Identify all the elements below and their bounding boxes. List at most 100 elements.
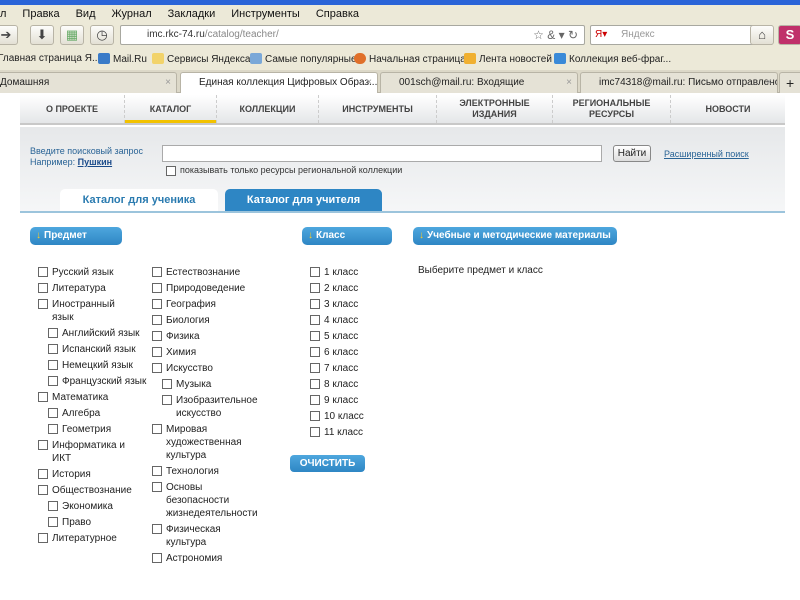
- subject-option[interactable]: Право: [38, 514, 150, 530]
- regional-only-option[interactable]: показывать только ресурсы региональной к…: [166, 165, 402, 176]
- checkbox[interactable]: [152, 482, 162, 492]
- checkbox[interactable]: [48, 501, 58, 511]
- bookmark[interactable]: Самые популярные: [250, 53, 357, 65]
- close-icon[interactable]: ×: [366, 73, 372, 93]
- nav-news[interactable]: НОВОСТИ: [671, 95, 785, 123]
- class-option[interactable]: 11 класс: [310, 424, 380, 440]
- close-icon[interactable]: ×: [165, 73, 171, 93]
- checkbox[interactable]: [310, 347, 320, 357]
- subject-option[interactable]: Математика: [38, 389, 134, 405]
- subject-option[interactable]: Информатика и ИКТ: [38, 437, 134, 466]
- checkbox[interactable]: [48, 517, 58, 527]
- checkbox[interactable]: [38, 299, 48, 309]
- subject-option[interactable]: Биология: [152, 312, 248, 328]
- star-reload-icons[interactable]: ☆ & ▾ ↻: [533, 26, 578, 44]
- bookmark[interactable]: Mail.Ru: [98, 53, 147, 65]
- class-option[interactable]: 9 класс: [310, 392, 380, 408]
- search-input[interactable]: [162, 145, 602, 162]
- subject-option[interactable]: Французский язык: [38, 373, 150, 389]
- subject-option[interactable]: Изобразительное искусство: [152, 392, 264, 421]
- menu-bookmarks[interactable]: Закладки: [159, 5, 223, 23]
- nav-regional-resources[interactable]: РЕГИОНАЛЬНЫЕ РЕСУРСЫ: [553, 95, 671, 123]
- checkbox[interactable]: [152, 315, 162, 325]
- checkbox[interactable]: [310, 379, 320, 389]
- class-header[interactable]: ↓ Класс: [302, 227, 392, 245]
- class-option[interactable]: 10 класс: [310, 408, 380, 424]
- subject-option[interactable]: Английский язык: [38, 325, 150, 341]
- subject-option[interactable]: Основы безопасности жизнедеятельности: [152, 479, 258, 521]
- subject-option[interactable]: Физика: [152, 328, 248, 344]
- subject-option[interactable]: Обществознание: [38, 482, 134, 498]
- subject-option[interactable]: История: [38, 466, 134, 482]
- tab-mail-inbox[interactable]: 001sch@mail.ru: Входящие ×: [380, 72, 578, 93]
- subject-option[interactable]: Русский язык: [38, 264, 134, 280]
- subject-option[interactable]: География: [152, 296, 248, 312]
- checkbox[interactable]: [310, 283, 320, 293]
- checkbox[interactable]: [48, 328, 58, 338]
- checkbox[interactable]: [152, 267, 162, 277]
- checkbox[interactable]: [310, 331, 320, 341]
- checkbox[interactable]: [48, 376, 58, 386]
- checkbox[interactable]: [310, 315, 320, 325]
- forward-button[interactable]: ➔: [0, 25, 18, 45]
- subject-option[interactable]: Литературное: [38, 530, 134, 546]
- nav-collections[interactable]: КОЛЛЕКЦИИ: [217, 95, 319, 123]
- clear-button[interactable]: ОЧИСТИТЬ: [290, 455, 365, 472]
- subject-option[interactable]: Химия: [152, 344, 248, 360]
- checkbox[interactable]: [310, 363, 320, 373]
- close-icon[interactable]: ×: [566, 73, 572, 93]
- tab-catalog[interactable]: Единая коллекция Цифровых Образ... ×: [180, 72, 378, 93]
- subject-option[interactable]: Иностранный язык: [38, 296, 134, 325]
- subject-option[interactable]: Экономика: [38, 498, 150, 514]
- materials-header[interactable]: ↓ Учебные и методические материалы: [413, 227, 617, 245]
- class-option[interactable]: 3 класс: [310, 296, 380, 312]
- subject-option[interactable]: Астрономия: [152, 550, 248, 566]
- nav-about[interactable]: О ПРОЕКТЕ: [20, 95, 125, 123]
- search-box[interactable]: Я▾Яндекс⚲: [590, 25, 773, 45]
- checkbox[interactable]: [152, 553, 162, 563]
- checkbox[interactable]: [152, 331, 162, 341]
- class-option[interactable]: 8 класс: [310, 376, 380, 392]
- subject-option[interactable]: Природоведение: [152, 280, 248, 296]
- checkbox[interactable]: [38, 283, 48, 293]
- subject-option[interactable]: Немецкий язык: [38, 357, 150, 373]
- menu-history[interactable]: Журнал: [103, 5, 159, 23]
- new-tab-button[interactable]: +: [779, 72, 800, 93]
- nav-e-publications[interactable]: ЭЛЕКТРОННЫЕ ИЗДАНИЯ: [437, 95, 553, 123]
- subject-option[interactable]: Физическая культура: [152, 521, 248, 550]
- bookmark[interactable]: Лента новостей: [464, 53, 552, 65]
- checkbox[interactable]: [38, 485, 48, 495]
- checkbox[interactable]: [38, 533, 48, 543]
- class-option[interactable]: 6 класс: [310, 344, 380, 360]
- checkbox[interactable]: [48, 424, 58, 434]
- bookmark[interactable]: Главная страница Я...: [0, 53, 100, 64]
- subject-option[interactable]: Геометрия: [38, 421, 150, 437]
- nav-catalog[interactable]: КАТАЛОГ: [125, 95, 217, 123]
- find-button[interactable]: Найти: [613, 145, 651, 162]
- checkbox[interactable]: [310, 427, 320, 437]
- checkbox[interactable]: [310, 299, 320, 309]
- checkbox[interactable]: [48, 360, 58, 370]
- checkbox[interactable]: [48, 408, 58, 418]
- menu-tools[interactable]: Инструменты: [222, 5, 307, 23]
- home-button[interactable]: ⌂: [750, 25, 774, 45]
- checkbox[interactable]: [152, 466, 162, 476]
- menu-help[interactable]: Справка: [307, 5, 366, 23]
- checkbox[interactable]: [38, 469, 48, 479]
- subject-header[interactable]: ↓ Предмет: [30, 227, 122, 245]
- checkbox[interactable]: [152, 363, 162, 373]
- bookmark[interactable]: Коллекция веб-фраг...: [554, 53, 671, 65]
- checkbox[interactable]: [162, 395, 172, 405]
- checkbox[interactable]: [152, 424, 162, 434]
- checkbox[interactable]: [310, 267, 320, 277]
- checkbox[interactable]: [152, 299, 162, 309]
- checkbox[interactable]: [152, 283, 162, 293]
- checkbox[interactable]: [310, 395, 320, 405]
- bookmark[interactable]: Начальная страница: [354, 53, 466, 65]
- checkbox[interactable]: [310, 411, 320, 421]
- subject-option[interactable]: Литература: [38, 280, 134, 296]
- apps-button[interactable]: ▦: [60, 25, 84, 45]
- subject-option[interactable]: Естествознание: [152, 264, 248, 280]
- subject-option[interactable]: Технология: [152, 463, 248, 479]
- class-option[interactable]: 7 класс: [310, 360, 380, 376]
